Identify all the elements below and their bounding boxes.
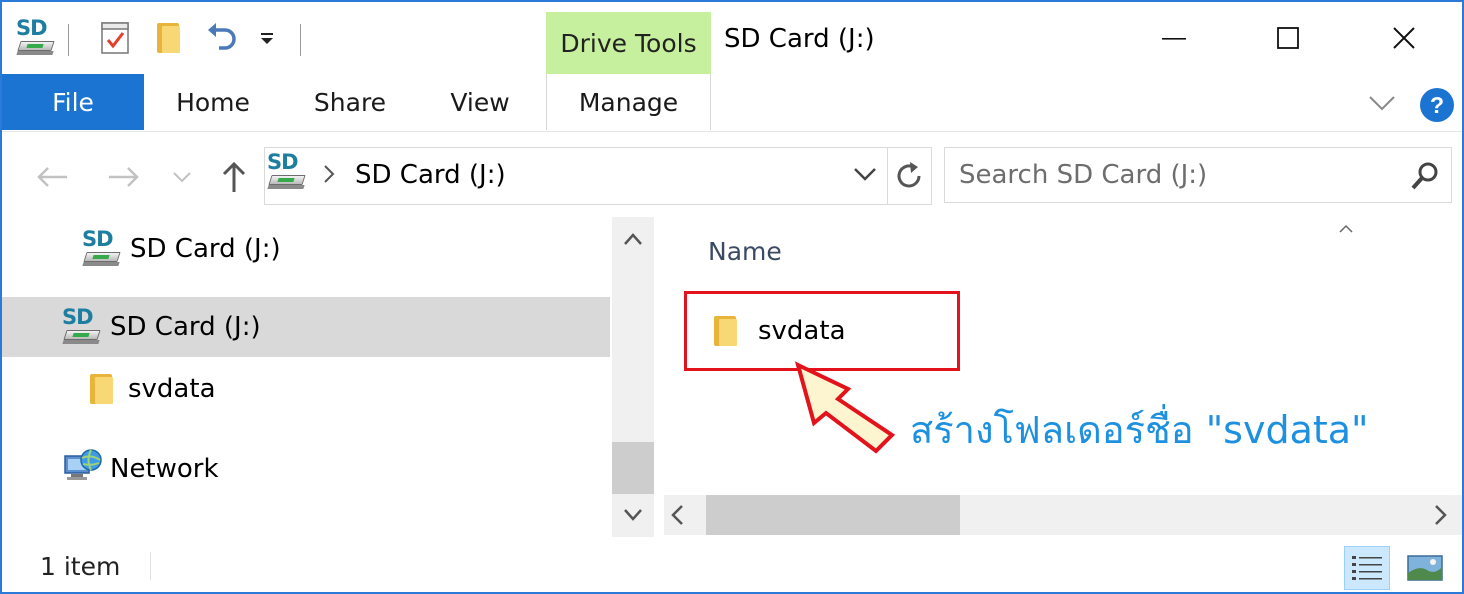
tab-view[interactable]: View <box>426 74 534 130</box>
nav-item-sd-card-selected[interactable]: SD SD Card (J:) <box>2 297 610 357</box>
help-icon[interactable]: ? <box>1420 88 1454 122</box>
new-folder-icon[interactable] <box>150 16 190 60</box>
forward-arrow-icon[interactable] <box>104 155 144 199</box>
up-arrow-icon[interactable] <box>214 155 254 199</box>
customize-toolbar-chevron-icon[interactable] <box>254 16 280 60</box>
nav-item-label: svdata <box>128 374 216 404</box>
breadcrumb[interactable]: SD Card (J:) <box>355 160 506 190</box>
nav-pane-scrollbar[interactable] <box>612 217 654 537</box>
title-bar: SD Drive Tools SD Card (J:) <box>2 2 1462 74</box>
status-bar: 1 item <box>2 538 1462 592</box>
item-count: 1 item <box>40 552 121 581</box>
search-icon[interactable] <box>1409 160 1441 197</box>
sort-ascending-icon <box>1338 217 1354 240</box>
address-bar[interactable]: SD SD Card (J:) <box>264 147 932 205</box>
folder-icon <box>90 374 116 404</box>
address-separator <box>887 148 888 204</box>
ribbon-tabs: File Home Share View Manage ? <box>2 74 1462 132</box>
expand-ribbon-chevron-icon[interactable] <box>1364 88 1400 118</box>
sd-card-icon: SD <box>82 227 122 269</box>
sd-card-icon: SD <box>267 150 307 192</box>
tab-share[interactable]: Share <box>292 74 408 130</box>
nav-item-label: SD Card (J:) <box>130 234 281 264</box>
details-view-button[interactable] <box>1344 546 1390 590</box>
large-icons-view-icon <box>1407 555 1443 581</box>
network-icon <box>64 448 102 491</box>
nav-item-svdata[interactable]: svdata <box>2 359 610 419</box>
back-arrow-icon[interactable] <box>32 155 72 199</box>
explorer-window: SD Drive Tools SD Card (J:) File Home Sh… <box>0 0 1464 594</box>
search-input[interactable]: Search SD Card (J:) <box>944 147 1452 203</box>
tab-manage[interactable]: Manage <box>546 74 711 130</box>
sd-card-icon: SD <box>62 305 102 347</box>
undo-icon[interactable] <box>200 16 244 60</box>
large-icons-view-button[interactable] <box>1402 546 1448 590</box>
nav-item-label: SD Card (J:) <box>110 312 261 342</box>
recent-locations-chevron-icon[interactable] <box>168 155 196 199</box>
maximize-button[interactable] <box>1258 14 1318 62</box>
pointer-arrow-icon <box>794 361 896 454</box>
close-button[interactable] <box>1374 14 1434 62</box>
search-placeholder: Search SD Card (J:) <box>959 160 1208 190</box>
scrollbar-thumb[interactable] <box>612 442 654 494</box>
file-list-pane: Name svdata สร้างโฟลเดอร์ชื่อ "svdata" <box>664 217 1462 537</box>
refresh-icon[interactable] <box>893 160 925 197</box>
address-dropdown-chevron-icon[interactable] <box>853 166 877 187</box>
nav-item-sd-card[interactable]: SD SD Card (J:) <box>2 219 610 279</box>
scroll-up-chevron-icon[interactable] <box>612 219 654 259</box>
details-view-icon <box>1352 556 1382 580</box>
scroll-right-chevron-icon[interactable] <box>1430 503 1450 532</box>
tab-home[interactable]: Home <box>152 74 274 130</box>
sd-card-icon[interactable]: SD <box>14 16 58 60</box>
breadcrumb-chevron-icon[interactable] <box>323 164 335 189</box>
drive-tools-tab-group: Drive Tools <box>546 12 711 74</box>
scroll-down-chevron-icon[interactable] <box>612 495 654 535</box>
nav-item-label: Network <box>110 454 219 484</box>
navigation-bar: SD SD Card (J:) Search SD Card (J:) <box>2 133 1462 217</box>
toolbar-separator <box>300 24 301 56</box>
column-header-name[interactable]: Name <box>708 237 782 266</box>
status-separator <box>150 552 151 580</box>
tab-file[interactable]: File <box>2 74 144 130</box>
properties-icon[interactable] <box>94 16 136 60</box>
navigation-pane: SD SD Card (J:) SD SD Card (J:) svdata N… <box>2 217 654 537</box>
minimize-button[interactable] <box>1144 14 1204 62</box>
annotation-text: สร้างโฟลเดอร์ชื่อ "svdata" <box>910 408 1369 452</box>
toolbar-separator <box>68 24 69 56</box>
scroll-left-chevron-icon[interactable] <box>668 503 688 532</box>
nav-item-network[interactable]: Network <box>2 439 610 499</box>
file-list-horizontal-scrollbar[interactable] <box>664 495 1462 535</box>
scrollbar-thumb[interactable] <box>706 495 960 535</box>
window-title: SD Card (J:) <box>724 24 875 54</box>
